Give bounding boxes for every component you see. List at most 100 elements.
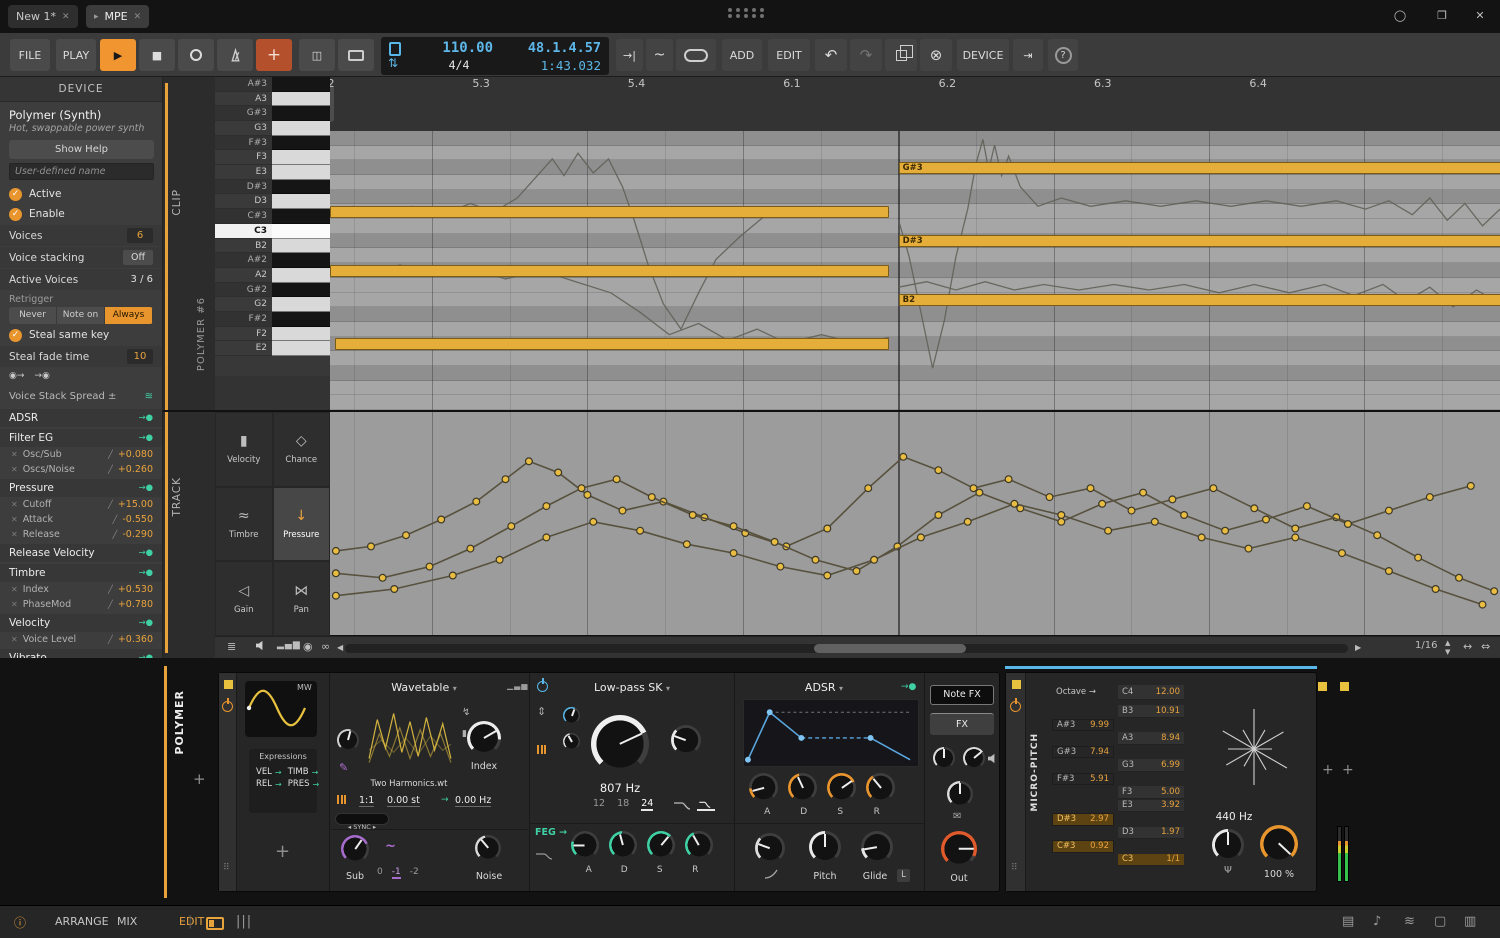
show-help-button[interactable]: Show Help [9, 140, 154, 159]
zoom-fit-icon[interactable]: ⇔ [1481, 640, 1490, 653]
feg-decay-knob[interactable] [609, 831, 637, 859]
slope-12[interactable]: 12 [593, 798, 605, 811]
undo-button[interactable]: ↶ [815, 39, 847, 71]
filter-env-target-icon[interactable] [535, 849, 553, 861]
expression-point[interactable] [1251, 505, 1258, 512]
feg-attack-knob[interactable] [571, 831, 599, 859]
add-button[interactable]: ADD [722, 39, 762, 71]
amount-knob[interactable] [1260, 825, 1298, 863]
zoom-horizontal-icon[interactable]: ↔ [1463, 640, 1472, 653]
osc-ratio-value[interactable]: 1:1 [359, 795, 374, 807]
cutoff-value[interactable]: 807 Hz [581, 781, 659, 795]
tempo-value[interactable]: 110.00 [417, 40, 493, 56]
filter-selector[interactable]: Low-pass SK ▾ [557, 681, 707, 694]
ruler-beat-label[interactable]: 5.4 [628, 77, 646, 90]
track-tab[interactable]: TRACK [171, 477, 183, 517]
expression-point[interactable] [918, 534, 925, 541]
panel-toggle-icon[interactable] [206, 917, 224, 930]
unison-spread-icon[interactable] [337, 795, 346, 804]
expression-point[interactable] [1386, 568, 1393, 575]
reference-freq-knob[interactable] [1212, 829, 1244, 861]
info-icon[interactable]: ⓘ [14, 914, 26, 931]
redo-button[interactable]: ↷ [850, 39, 882, 71]
expression-point[interactable] [496, 556, 503, 563]
expression-point[interactable] [1304, 503, 1311, 510]
expression-point[interactable] [771, 539, 778, 546]
piano-key[interactable]: C3 [215, 224, 330, 239]
scroll-right-icon[interactable]: ▶ [1355, 643, 1361, 652]
mod-target-row[interactable]: ✕Release╱-0.290 [0, 527, 162, 542]
amp-release-knob[interactable] [866, 773, 895, 802]
note-fx-button[interactable]: Note FX [930, 685, 994, 705]
retrigger-option-note-on[interactable]: Note on [57, 307, 105, 324]
expression-point[interactable] [1005, 476, 1012, 483]
micropitch-cell-gs3[interactable]: G#37.94 [1052, 746, 1114, 759]
add-oscillator-icon[interactable]: + [275, 841, 290, 862]
note-grid[interactable]: G#3D#3B2 [330, 131, 1500, 410]
mod-target-row[interactable]: ✕Index╱+0.530 [0, 582, 162, 597]
piano-key[interactable]: G2 [215, 297, 330, 312]
spectrum-icon[interactable]: ▁▃▅ [507, 681, 528, 690]
polymer-device[interactable]: ⠿ MW Expressions VEL→TIMB→REL→PRES→ + Wa… [218, 672, 1000, 892]
piano-key[interactable]: E2 [215, 341, 330, 356]
expression-point[interactable] [1339, 550, 1346, 557]
mod-target-row[interactable]: ✕Attack╱-0.550 [0, 512, 162, 527]
remove-target-icon[interactable]: ✕ [11, 450, 18, 459]
device-power-button[interactable] [1010, 701, 1021, 712]
expression-point[interactable] [502, 476, 509, 483]
retrigger-option-never[interactable]: Never [9, 307, 57, 324]
micropitch-cell-f3[interactable]: F35.00 [1118, 786, 1184, 799]
retrigger-option-always[interactable]: Always [105, 307, 153, 324]
micropitch-cell-b3[interactable]: B310.91 [1118, 705, 1184, 718]
remove-target-icon[interactable]: ✕ [11, 635, 18, 644]
notes-icon[interactable]: ♪ [1373, 914, 1381, 929]
expression-curve[interactable] [336, 504, 1483, 605]
song-time[interactable]: 1:43.032 [499, 58, 601, 73]
close-window-icon[interactable]: ✕ [1470, 7, 1490, 25]
micropitch-value[interactable]: 3.92 [1161, 800, 1180, 810]
expression-point[interactable] [976, 489, 983, 496]
amp-sustain-knob[interactable] [827, 773, 856, 802]
env-shape-knob[interactable] [755, 833, 785, 863]
expression-point[interactable] [964, 518, 971, 525]
expression-vel[interactable]: VEL→ [256, 767, 282, 777]
expression-point[interactable] [1222, 527, 1229, 534]
ruler-beat-label[interactable]: 5.3 [472, 77, 490, 90]
audition-icon[interactable] [255, 640, 268, 654]
insert-device-button[interactable]: ⇥ [1013, 39, 1043, 71]
expression-timb[interactable]: TIMB→ [288, 767, 320, 777]
modulator-row[interactable]: ADSR→● [0, 409, 162, 427]
expression-point[interactable] [1432, 586, 1439, 593]
expression-point[interactable] [368, 543, 375, 550]
expression-point[interactable] [865, 485, 872, 492]
mod-target-row[interactable]: ✕Oscs/Noise╱+0.260 [0, 462, 162, 477]
expression-point[interactable] [1105, 527, 1112, 534]
lane-pan[interactable]: ⋈Pan [273, 561, 331, 636]
envelope-graph[interactable] [743, 699, 919, 767]
display-profile-button[interactable] [338, 39, 374, 71]
osc-freq-value[interactable]: 0.00 Hz [455, 795, 491, 807]
micropitch-value[interactable]: 10.91 [1156, 706, 1180, 716]
mod-out-icon[interactable]: →● [138, 548, 153, 558]
grid-value[interactable]: 1/16 [1415, 640, 1437, 651]
wavetable-name[interactable]: Two Harmonics.wt [353, 779, 465, 789]
micropitch-value[interactable]: 12.00 [1156, 687, 1180, 697]
sub-octave--1[interactable]: -1 [392, 867, 401, 879]
expression-point[interactable] [403, 532, 410, 539]
window-settings-icon[interactable]: ◯ [1390, 7, 1410, 25]
expression-point[interactable] [1292, 525, 1299, 532]
add-device-icon[interactable]: + [1322, 762, 1334, 778]
filter-spread-icon[interactable] [537, 745, 546, 754]
expression-point[interactable] [1128, 507, 1135, 514]
modulator-row[interactable]: Filter EG→● [0, 429, 162, 447]
ruler-beat-label[interactable]: 6.3 [1094, 77, 1112, 90]
expression-point[interactable] [1426, 494, 1433, 501]
file-menu-button[interactable]: FILE [10, 39, 50, 71]
envelope-selector[interactable]: ADSR ▾ [764, 681, 884, 694]
fx-mix-knob[interactable] [933, 747, 955, 769]
lane-timbre[interactable]: ≈Timbre [215, 487, 273, 562]
sub-octave-0[interactable]: 0 [377, 867, 383, 879]
expression-point[interactable] [1181, 512, 1188, 519]
micropitch-cell-c3[interactable]: C31/1 [1118, 854, 1184, 867]
sub-knob[interactable] [341, 835, 369, 863]
